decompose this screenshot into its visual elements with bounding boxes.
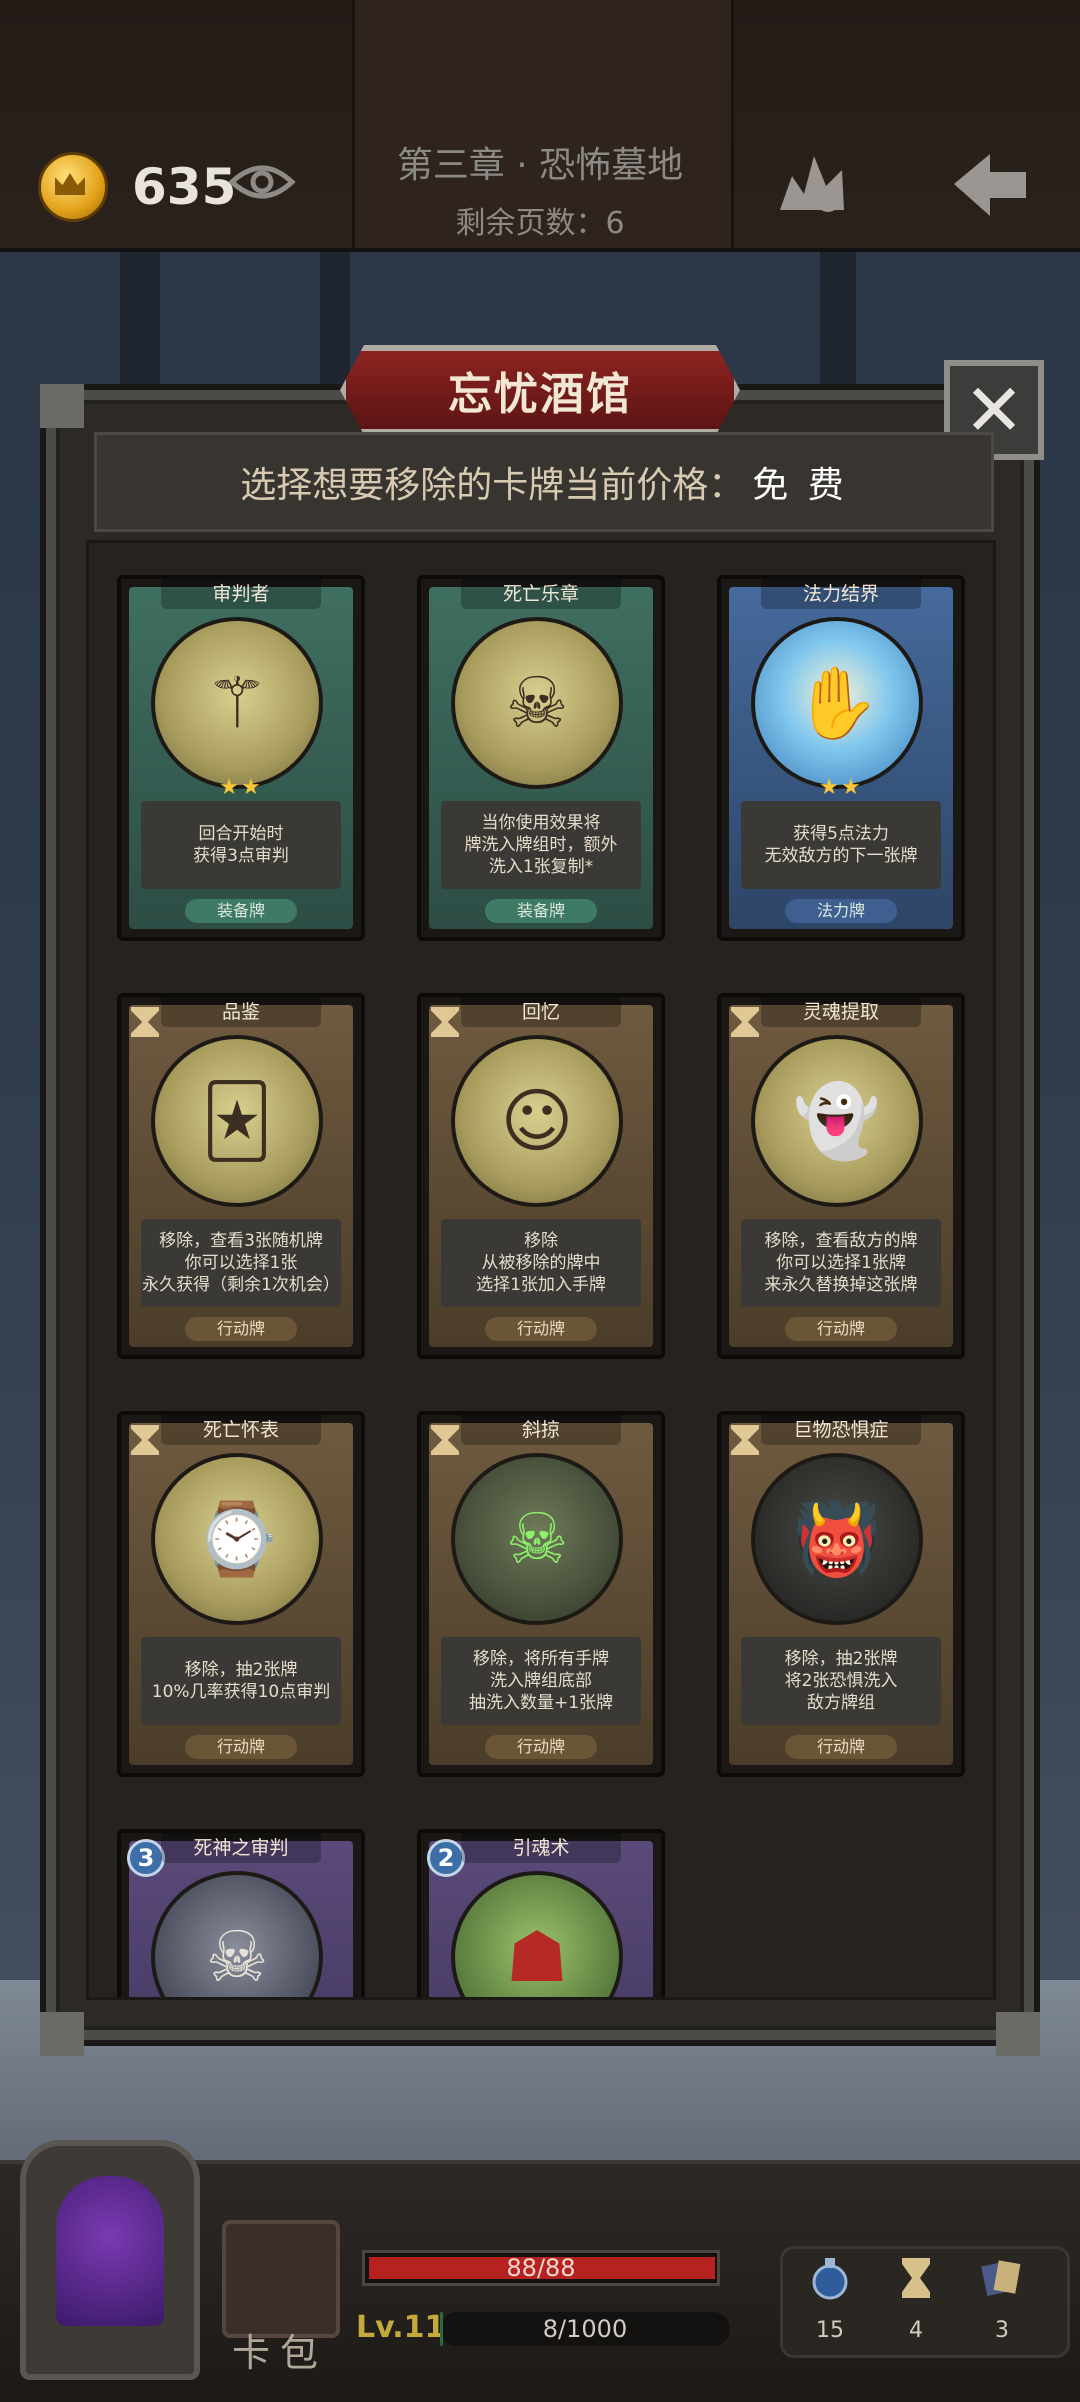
card-reaper-judgment[interactable]: 3 死神之审判 ☠ [117, 1829, 365, 1997]
card-name: 法力结界 [761, 579, 921, 609]
back-arrow-icon[interactable] [950, 150, 1030, 220]
card-cost: 3 [127, 1839, 165, 1877]
reaper-art: ☠ [451, 1453, 623, 1625]
card-type: 行动牌 [785, 1735, 897, 1759]
card-description: 移除 从被移除的牌中 选择1张加入手牌 [441, 1219, 641, 1307]
popup-title: 忘忧酒馆 [448, 369, 632, 420]
card-name: 品鉴 [161, 997, 321, 1027]
card-name: 审判者 [161, 579, 321, 609]
card-type: 行动牌 [485, 1317, 597, 1341]
card-soul-extract[interactable]: 灵魂提取 👻 移除，查看敌方的牌 你可以选择1张牌 来永久替换掉这张牌 行动牌 [717, 993, 965, 1359]
card-description: 当你使用效果将 牌洗入牌组时，额外 洗入1张复制* [441, 801, 641, 889]
potion-icon [812, 2258, 848, 2300]
card-description: 移除，抽2张牌 将2张恐惧洗入 敌方牌组 [741, 1637, 941, 1725]
card-type: 装备牌 [485, 899, 597, 923]
card-appraise[interactable]: 品鉴 🃏 移除，查看3张随机牌 你可以选择1张 永久获得（剩余1次机会） 行动牌 [117, 993, 365, 1359]
card-name: 死神之审判 [161, 1833, 321, 1863]
dragon-portrait-icon [56, 2176, 164, 2326]
card-cost: 2 [427, 1839, 465, 1877]
card-slash[interactable]: 斜掠 ☠ 移除，将所有手牌 洗入牌组底部 抽洗入数量+1张牌 行动牌 [417, 1411, 665, 1777]
old-man-art: ☺ [451, 1035, 623, 1207]
monster-art: 👹 [751, 1453, 923, 1625]
card-description: 移除，抽2张牌 10%几率获得10点审判 [141, 1637, 341, 1725]
reaper-skull-art: ☠ [151, 1871, 323, 1997]
card-name: 死亡怀表 [161, 1415, 321, 1445]
hand-barrier-art: ✋ [751, 617, 923, 789]
witch-art: 🃏 [151, 1035, 323, 1207]
player-level: Lv.11 [356, 2310, 446, 2345]
hourglass-count: 4 [909, 2318, 923, 2343]
resource-potion[interactable]: 15 [800, 2256, 860, 2343]
card-name: 斜掠 [461, 1415, 621, 1445]
card-type: 法力牌 [785, 899, 897, 923]
potion-count: 15 [816, 2318, 844, 2343]
soul-art: 👻 [751, 1035, 923, 1207]
eye-icon[interactable] [228, 160, 296, 204]
remove-price-banner: 选择想要移除的卡牌当前价格： 免 费 [94, 432, 994, 532]
resource-hourglass[interactable]: 4 [886, 2256, 946, 2343]
card-description: 移除，查看敌方的牌 你可以选择1张牌 来永久替换掉这张牌 [741, 1219, 941, 1307]
card-description: 获得5点法力 无效敌方的下一张牌 [741, 801, 941, 889]
card-type: 行动牌 [485, 1735, 597, 1759]
card-death-music[interactable]: 死亡乐章 ☠ 当你使用效果将 牌洗入牌组时，额外 洗入1张复制* 装备牌 [417, 575, 665, 941]
music-box-art: ☠ [451, 617, 623, 789]
card-description: 移除，查看3张随机牌 你可以选择1张 永久获得（剩余1次机会） [141, 1219, 341, 1307]
popup-title-plate: 忘忧酒馆 [340, 345, 740, 435]
gold-count: 635 [132, 158, 237, 216]
card-type: 行动牌 [185, 1735, 297, 1759]
card-description: 回合开始时 获得3点审判 [141, 801, 341, 889]
hp-value: 88/88 [506, 2254, 576, 2282]
xp-value: 8/1000 [542, 2315, 628, 2343]
gold-coin-icon [38, 152, 108, 222]
frame-corner [996, 2012, 1040, 2056]
hourglass-icon [902, 2258, 930, 2298]
card-name: 灵魂提取 [761, 997, 921, 1027]
hero-portrait[interactable] [20, 2140, 200, 2380]
pocket-watch-art: ⌚ [151, 1453, 323, 1625]
card-type: 行动牌 [785, 1317, 897, 1341]
card-description: 移除，将所有手牌 洗入牌组底部 抽洗入数量+1张牌 [441, 1637, 641, 1725]
cards-count: 3 [995, 2318, 1009, 2343]
price-value: 免 费 [752, 465, 848, 506]
red-hood-art: ☗ [451, 1871, 623, 1997]
card-soul-guide[interactable]: 2 引魂术 ☗ [417, 1829, 665, 1997]
card-name: 引魂术 [461, 1833, 621, 1863]
card-mana-barrier[interactable]: 法力结界 ✋ ★★ 获得5点法力 无效敌方的下一张牌 法力牌 [717, 575, 965, 941]
card-judge[interactable]: 审判者 ⚚ ★★ 回合开始时 获得3点审判 装备牌 [117, 575, 365, 941]
card-pack-label: 卡包 [232, 2331, 329, 2375]
card-stars: ★★ [219, 775, 263, 800]
card-memory[interactable]: 回忆 ☺ 移除 从被移除的牌中 选择1张加入手牌 行动牌 [417, 993, 665, 1359]
scythe-art: ⚚ [151, 617, 323, 789]
xp-bar: 8/1000 [440, 2312, 730, 2346]
ghost-icon[interactable] [770, 146, 852, 216]
remove-prompt: 选择想要移除的卡牌当前价格： [240, 465, 745, 506]
pages-remaining: 剩余页数：6 [455, 206, 625, 241]
card-pack-icon[interactable] [222, 2220, 340, 2338]
frame-corner [40, 2012, 84, 2056]
card-name: 死亡乐章 [461, 579, 621, 609]
card-name: 巨物恐惧症 [761, 1415, 921, 1445]
card-name: 回忆 [461, 997, 621, 1027]
card-grid: 审判者 ⚚ ★★ 回合开始时 获得3点审判 装备牌 死亡乐章 ☠ 当你使用效果将牌… [86, 540, 996, 2000]
cards-icon [981, 2260, 1021, 2296]
card-death-watch[interactable]: 死亡怀表 ⌚ 移除，抽2张牌 10%几率获得10点审判 行动牌 [117, 1411, 365, 1777]
card-type: 装备牌 [185, 899, 297, 923]
frame-corner [40, 384, 84, 428]
resource-cards[interactable]: 3 [972, 2256, 1032, 2343]
card-stars: ★★ [819, 775, 863, 800]
chapter-title: 第三章 · 恐怖墓地 [396, 145, 684, 186]
hp-bar: 88/88 [362, 2250, 720, 2286]
card-megalophobia[interactable]: 巨物恐惧症 👹 移除，抽2张牌 将2张恐惧洗入 敌方牌组 行动牌 [717, 1411, 965, 1777]
card-type: 行动牌 [185, 1317, 297, 1341]
